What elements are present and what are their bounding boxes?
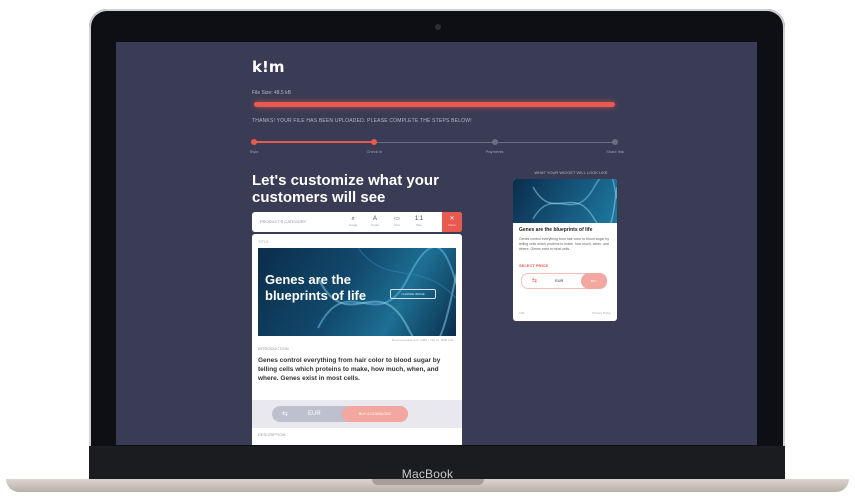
toolbar-image-button[interactable]: ⌕ Image	[344, 215, 362, 229]
camera-icon	[435, 24, 441, 30]
title-label: TITLE	[258, 239, 269, 244]
upload-message: THANKS! YOUR FILE HAS BEEN UPLOADED. PLE…	[252, 118, 472, 124]
toolbar-icon-label: Icon	[394, 223, 400, 227]
page-title: Let's customize what your customers will…	[252, 172, 439, 206]
step-dot-4[interactable]	[612, 139, 618, 145]
preview-price-label: SELECT PRICE	[519, 263, 549, 268]
step-label-2: Check in	[366, 149, 383, 154]
toolbar-fonts-button[interactable]: A Fonts	[366, 215, 384, 229]
toolbar-done-button[interactable]: ✕ Done	[442, 212, 462, 232]
swap-icon[interactable]: ⇆	[532, 277, 537, 284]
introduction-field[interactable]: Genes control everything from hair color…	[258, 356, 454, 383]
macbook-device: k!m File Size: 48.5 kB THANKS! YOUR FILE…	[0, 0, 855, 499]
preview-title: Genes are the blueprints of life	[519, 227, 593, 233]
preview-buy-button[interactable]: BUY	[581, 273, 607, 289]
step-dot-1[interactable]	[251, 139, 257, 145]
file-icon: ▭	[394, 216, 400, 222]
hero-image[interactable]: Genes are the blueprints of life CHANGE …	[258, 248, 456, 336]
step-label-3: Payments	[485, 149, 504, 154]
editor-toolbar: PRODUCT'S CATEGORY ⌕ Image A Fonts ▭ Ico…	[252, 212, 462, 232]
app-screen: k!m File Size: 48.5 kB THANKS! YOUR FILE…	[116, 42, 757, 445]
step-indicator: Style Check in Payments Share link	[250, 138, 624, 154]
step-dot-2[interactable]	[371, 139, 378, 145]
hero-title[interactable]: Genes are the blueprints of life	[265, 272, 395, 304]
preview-text: Genes control everything from hair color…	[519, 237, 610, 251]
step-progress-fill	[254, 141, 374, 143]
buy-pill: ⇆ EUR BUY & DOWNLOAD	[272, 406, 408, 422]
toolbar-size-label: Size	[416, 223, 422, 227]
swap-icon[interactable]: ⇆	[282, 410, 288, 418]
dna-graphic-small	[532, 179, 617, 231]
file-size-label: File Size: 48.5 kB	[252, 90, 291, 96]
image-caption: Recommended size: 1280 x 720 px, 5MB max	[392, 338, 454, 342]
preview-label: WHAT YOUR WIDGET WILL LOOK LIKE	[534, 170, 608, 175]
step-label-1: Style	[249, 149, 259, 154]
upload-progress-bar	[254, 102, 615, 107]
toolbar-size-button[interactable]: 1:1 Size	[410, 215, 428, 229]
category-label[interactable]: PRODUCT'S CATEGORY	[260, 219, 306, 224]
currency-select[interactable]: EUR	[308, 411, 321, 417]
toolbar-fonts-label: Fonts	[371, 223, 379, 227]
text-icon: A	[372, 216, 377, 222]
step-dot-3[interactable]	[491, 139, 498, 145]
buy-download-button[interactable]: BUY & DOWNLOAD	[342, 406, 408, 422]
preview-footer-brand: KIM	[519, 311, 525, 315]
privacy-policy-link[interactable]: Privacy Policy	[592, 311, 611, 315]
introduction-label: INTRODUCTION	[258, 346, 289, 351]
preview-image	[513, 179, 617, 231]
change-image-button[interactable]: CHANGE IMAGE	[390, 289, 436, 299]
app-logo[interactable]: k!m	[252, 58, 284, 76]
laptop-notch	[372, 479, 484, 485]
description-label: DESCRIPTION	[258, 432, 286, 437]
toolbar-image-label: Image	[348, 223, 358, 227]
toolbar-icon-button[interactable]: ▭ Icon	[388, 215, 406, 229]
toolbar-done-label: Done	[448, 223, 456, 227]
step-label-4: Share link	[606, 149, 624, 154]
close-icon: ✕	[449, 216, 455, 222]
search-icon: ⌕	[351, 216, 355, 222]
ratio-icon: 1:1	[414, 216, 424, 222]
widget-preview-card: Genes are the blueprints of life Genes c…	[513, 179, 617, 321]
preview-currency-select[interactable]: EUR	[555, 278, 563, 283]
widget-editor: TITLE Genes are the blueprints of life C…	[252, 234, 462, 445]
buy-pill-row: ⇆ EUR BUY & DOWNLOAD	[252, 400, 462, 428]
preview-buy-pill: ⇆ EUR BUY	[521, 273, 607, 289]
